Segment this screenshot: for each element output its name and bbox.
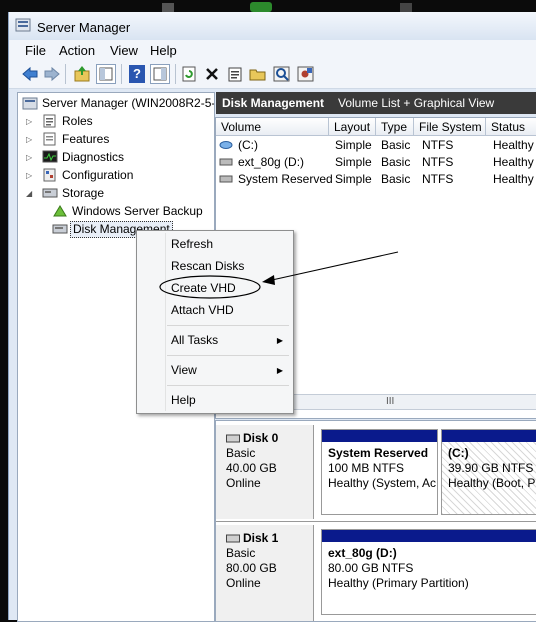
- arrowhead-icon: [262, 275, 275, 285]
- annotation-overlay: [159, 251, 399, 299]
- annotation-arrow: [271, 251, 399, 281]
- highlight-ellipse: [159, 275, 261, 299]
